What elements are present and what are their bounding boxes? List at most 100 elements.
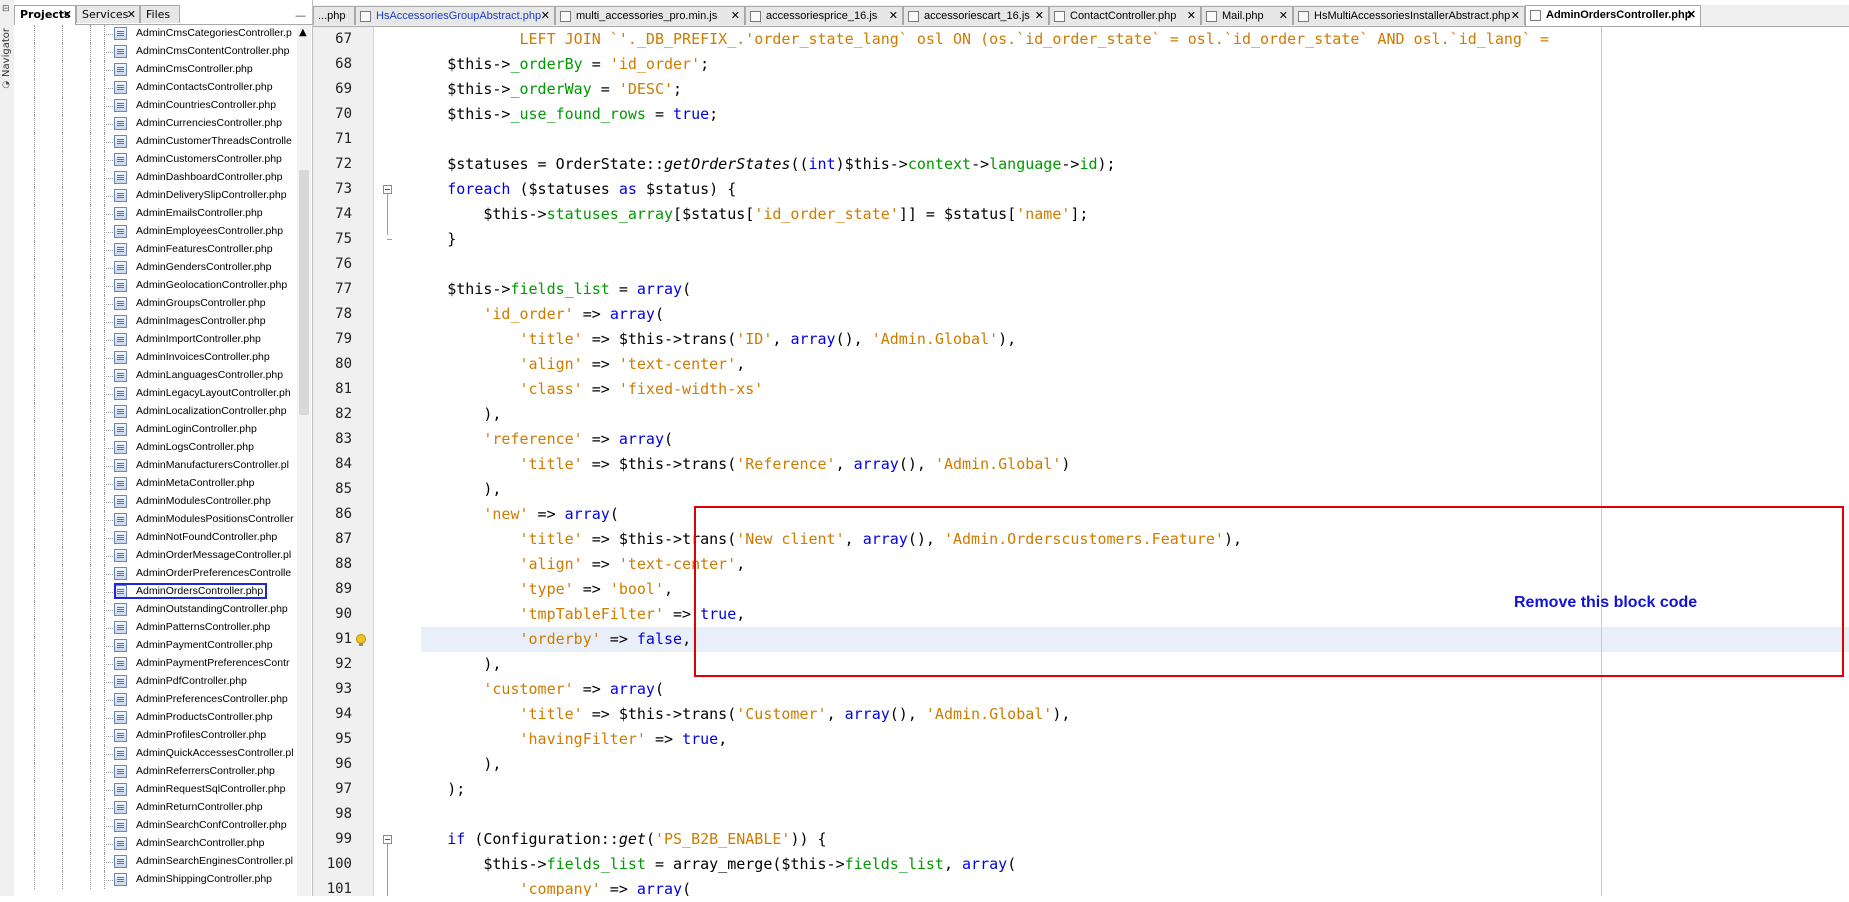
close-icon[interactable]: ✕ <box>731 7 740 25</box>
editor-tab-label: ContactController.php <box>1070 10 1177 22</box>
tree-item[interactable]: AdminQuickAccessesController.pl <box>14 745 294 763</box>
tree-item[interactable]: AdminManufacturersController.pl <box>14 457 294 475</box>
tree-item[interactable]: AdminMetaController.php <box>14 475 294 493</box>
navigator-icon[interactable]: ◔ <box>2 80 10 90</box>
tree-item[interactable]: AdminEmployeesController.php <box>14 223 294 241</box>
editor-tab[interactable]: Mail.php ✕ <box>1201 6 1293 25</box>
php-file-icon <box>114 819 127 832</box>
close-icon[interactable]: ✕ <box>1687 6 1696 25</box>
tree-item-label: AdminMetaController.php <box>136 477 255 489</box>
tree-item[interactable]: AdminReferrersController.php <box>14 763 294 781</box>
tree-item[interactable]: AdminCmsCategoriesController.p <box>14 25 294 43</box>
close-icon[interactable]: ✕ <box>1511 7 1520 25</box>
editor-tab[interactable]: HsAccessoriesGroupAbstract.php ✕ <box>355 6 555 25</box>
line-number: 76 <box>335 256 352 272</box>
tree-item[interactable]: AdminImportController.php <box>14 331 294 349</box>
tree-guide-line <box>34 673 35 691</box>
tree-item[interactable]: AdminFeaturesController.php <box>14 241 294 259</box>
close-icon[interactable]: ✕ <box>1035 7 1044 25</box>
minimize-icon[interactable]: — <box>295 9 306 22</box>
tree-item[interactable]: AdminCmsController.php <box>14 61 294 79</box>
code-editor: ...php HsAccessoriesGroupAbstract.php ✕ … <box>313 0 1849 897</box>
close-icon[interactable]: ✕ <box>127 6 136 24</box>
tree-item[interactable]: AdminModulesController.php <box>14 493 294 511</box>
line-number: 78 <box>335 306 352 322</box>
tree-item[interactable]: AdminLocalizationController.php <box>14 403 294 421</box>
tree-branch-line <box>104 430 113 431</box>
code-area[interactable]: LEFT JOIN `'._DB_PREFIX_.'order_state_la… <box>375 27 1849 896</box>
tree-item[interactable]: AdminCurrenciesController.php <box>14 115 294 133</box>
tree-item[interactable]: AdminSearchConfController.php <box>14 817 294 835</box>
editor-tab-active[interactable]: AdminOrdersController.php ✕ <box>1525 5 1701 26</box>
tree-item[interactable]: AdminReturnController.php <box>14 799 294 817</box>
tree-item[interactable]: AdminModulesPositionsController <box>14 511 294 529</box>
tree-item[interactable]: AdminCountriesController.php <box>14 97 294 115</box>
close-icon[interactable]: ✕ <box>889 7 898 25</box>
tree-item[interactable]: AdminPdfController.php <box>14 673 294 691</box>
close-icon[interactable]: ✕ <box>541 7 550 25</box>
scrollbar-thumb[interactable] <box>299 170 309 415</box>
php-file-icon <box>114 27 127 40</box>
editor-tab[interactable]: ...php <box>313 6 355 25</box>
tab-services[interactable]: Services ✕ <box>76 5 140 23</box>
tree-item[interactable]: AdminCustomerThreadsControlle <box>14 133 294 151</box>
tree-item[interactable]: AdminCustomersController.php <box>14 151 294 169</box>
tree-item[interactable]: AdminNotFoundController.php <box>14 529 294 547</box>
tree-item[interactable]: AdminPaymentController.php <box>14 637 294 655</box>
tree-item[interactable]: AdminPaymentPreferencesContr <box>14 655 294 673</box>
php-file-icon <box>114 351 127 364</box>
editor-tab[interactable]: accessoriescart_16.js ✕ <box>903 6 1049 25</box>
php-file-icon <box>114 81 127 94</box>
tree-item[interactable]: AdminCmsContentController.php <box>14 43 294 61</box>
editor-tab[interactable]: HsMultiAccessoriesInstallerAbstract.php … <box>1293 6 1525 25</box>
tree-item[interactable]: AdminLegacyLayoutController.ph <box>14 385 294 403</box>
tree-item[interactable]: AdminRequestSqlController.php <box>14 781 294 799</box>
tree-guide-line <box>34 259 35 277</box>
editor-tab[interactable]: accessoriesprice_16.js ✕ <box>745 6 903 25</box>
tree-item[interactable]: AdminProductsController.php <box>14 709 294 727</box>
tree-item[interactable]: AdminGendersController.php <box>14 259 294 277</box>
tree-item[interactable]: AdminOrderMessageController.pl <box>14 547 294 565</box>
tree-item[interactable]: AdminGroupsController.php <box>14 295 294 313</box>
close-icon[interactable]: ✕ <box>1279 7 1288 25</box>
tree-item[interactable]: AdminPreferencesController.php <box>14 691 294 709</box>
tree-item[interactable]: AdminImagesController.php <box>14 313 294 331</box>
tab-projects[interactable]: Projects ✕ <box>14 5 76 25</box>
tree-guide-line <box>34 691 35 709</box>
tree-item[interactable]: AdminOrderPreferencesControlle <box>14 565 294 583</box>
tree-item[interactable]: AdminLogsController.php <box>14 439 294 457</box>
line-number-gutter: 67 68 69 70 71 72 73 74 75 76 77 78 79 80 81 82 83 84 85 86… <box>313 27 374 897</box>
code-line: } <box>375 230 457 248</box>
tree-guide-line <box>62 511 63 529</box>
line-number: 87 <box>335 531 352 547</box>
tab-files[interactable]: Files <box>140 5 180 23</box>
project-tree: AdminCmsCategoriesController.p AdminCmsCo… <box>14 25 294 896</box>
tree-item[interactable]: AdminGeolocationController.php <box>14 277 294 295</box>
tree-item-selected[interactable]: AdminOrdersController.php <box>14 583 294 601</box>
navigator-label[interactable]: Navigator <box>1 28 12 77</box>
editor-tab[interactable]: ContactController.php ✕ <box>1049 6 1201 25</box>
tree-item[interactable]: AdminOutstandingController.php <box>14 601 294 619</box>
editor-tab[interactable]: multi_accessories_pro.min.js ✕ <box>555 6 745 25</box>
tree-item[interactable]: AdminSearchController.php <box>14 835 294 853</box>
tree-guide-line <box>34 457 35 475</box>
tree-item[interactable]: AdminLanguagesController.php <box>14 367 294 385</box>
tree-guide-line <box>90 547 91 565</box>
scroll-up-icon[interactable]: ▲ <box>299 27 307 38</box>
tree-item[interactable]: AdminDeliverySlipController.php <box>14 187 294 205</box>
tree-item[interactable]: AdminPatternsController.php <box>14 619 294 637</box>
tree-item[interactable]: AdminLoginController.php <box>14 421 294 439</box>
tree-branch-line <box>104 574 113 575</box>
tree-item[interactable]: AdminShippingController.php <box>14 871 294 889</box>
tree-guide-line <box>34 187 35 205</box>
close-icon[interactable]: ✕ <box>63 6 72 24</box>
tree-item[interactable]: AdminContactsController.php <box>14 79 294 97</box>
tree-scrollbar[interactable]: ▲ <box>297 25 311 896</box>
restore-window-icon[interactable]: ⊟ <box>2 4 10 14</box>
tree-item[interactable]: AdminInvoicesController.php <box>14 349 294 367</box>
tree-item[interactable]: AdminEmailsController.php <box>14 205 294 223</box>
tree-item[interactable]: AdminProfilesController.php <box>14 727 294 745</box>
tree-item[interactable]: AdminSearchEnginesController.pl <box>14 853 294 871</box>
close-icon[interactable]: ✕ <box>1187 7 1196 25</box>
tree-item[interactable]: AdminDashboardController.php <box>14 169 294 187</box>
